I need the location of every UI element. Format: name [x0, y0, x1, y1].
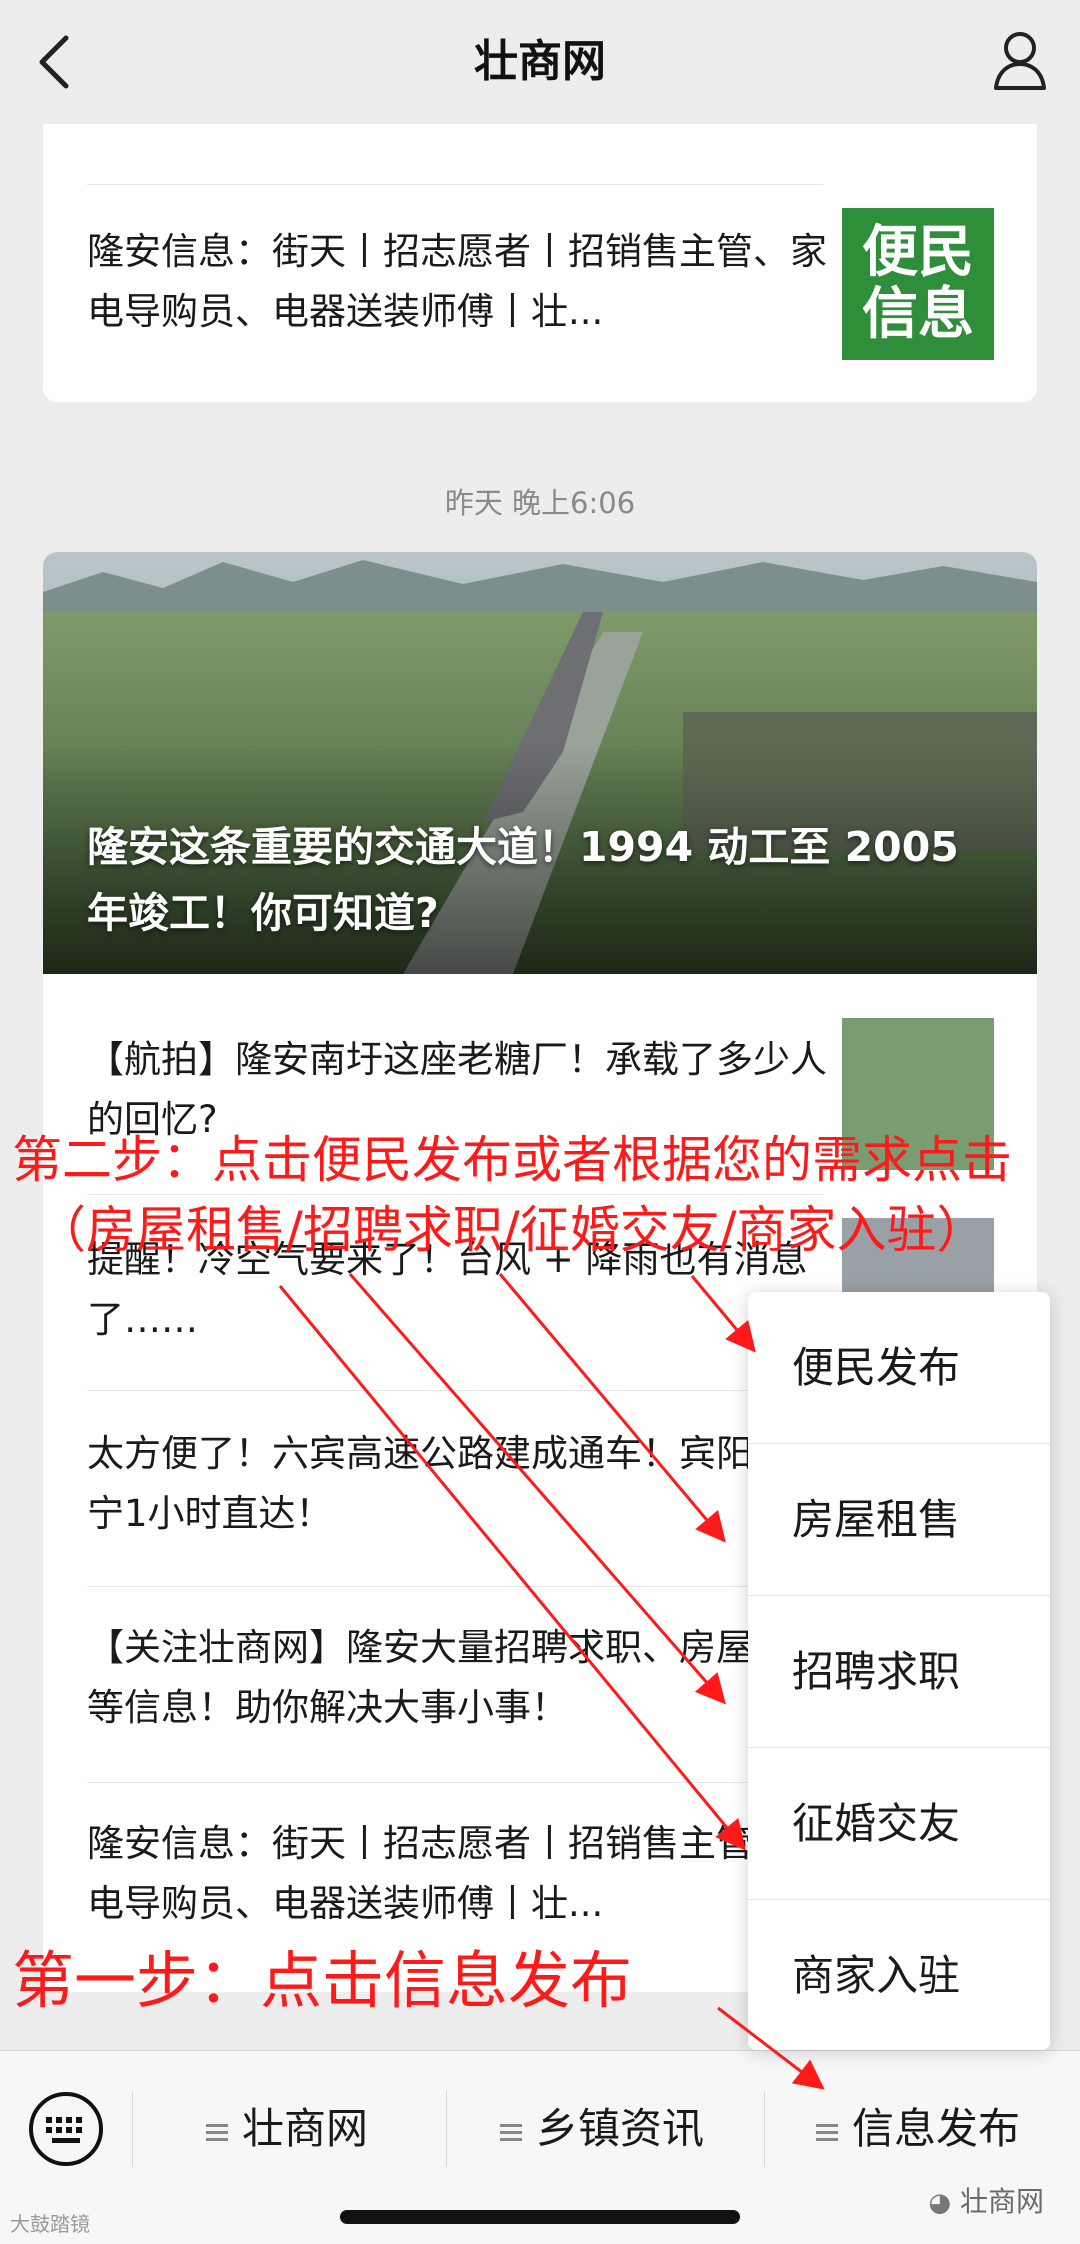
annotation-step2-line1: 第二步：点击便民发布或者根据您的需求点击	[12, 1131, 1012, 1189]
annotation-step2-line2: （房屋租售/招聘求职/征婚交友/商家入驻）	[36, 1201, 987, 1259]
annotation-step1: 第一步：点击信息发布	[12, 1944, 633, 2017]
